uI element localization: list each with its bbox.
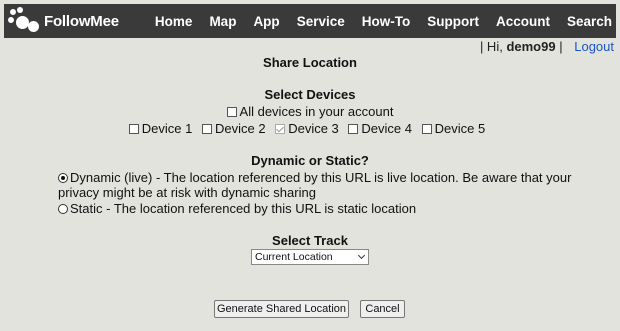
- static-label: Static - The location referenced by this…: [70, 201, 417, 216]
- track-select-value: Current Location: [255, 251, 333, 263]
- brand-logo[interactable]: FollowMee: [8, 7, 119, 35]
- device-3-checkbox[interactable]: [275, 124, 286, 134]
- dynamic-radio[interactable]: [58, 173, 68, 183]
- nav-account[interactable]: Account: [496, 14, 550, 29]
- nav-support[interactable]: Support: [427, 14, 479, 29]
- user-greeting: | Hi, demo99 | Logout: [480, 39, 614, 54]
- all-devices-label: All devices in your account: [239, 104, 394, 119]
- select-track-heading: Select Track: [272, 233, 348, 248]
- page-title: Share Location: [263, 55, 357, 70]
- track-select[interactable]: Current Location: [251, 249, 369, 265]
- device-2-label: Device 2: [215, 121, 266, 136]
- top-nav-bar: FollowMee Home Map App Service How-To Su…: [4, 4, 616, 38]
- dynamic-label: Dynamic (live) - The location referenced…: [58, 170, 572, 200]
- generate-button[interactable]: Generate Shared Location: [214, 300, 349, 318]
- device-list: Device 1 Device 2 Device 3 Device 4 Devi…: [0, 121, 620, 136]
- device-2-checkbox[interactable]: [202, 124, 212, 134]
- device-1-label: Device 1: [141, 121, 193, 136]
- select-devices-heading: Select Devices: [264, 87, 356, 102]
- all-devices-option[interactable]: All devices in your account: [0, 104, 620, 119]
- chevron-down-icon: [357, 251, 366, 260]
- nav-search[interactable]: Search: [567, 14, 612, 29]
- mode-heading: Dynamic or Static?: [251, 153, 369, 168]
- static-option[interactable]: Static - The location referenced by this…: [58, 201, 578, 216]
- static-radio[interactable]: [58, 204, 68, 214]
- main-nav: Home Map App Service How-To Support Acco…: [138, 4, 616, 38]
- device-5-label: Device 5: [434, 121, 486, 136]
- device-1-checkbox[interactable]: [128, 124, 139, 134]
- nav-map[interactable]: Map: [209, 14, 236, 29]
- device-4-checkbox[interactable]: [348, 124, 359, 134]
- paw-icon: [8, 7, 40, 35]
- nav-home[interactable]: Home: [155, 14, 193, 29]
- greeting-suffix: |: [559, 39, 563, 54]
- device-5-checkbox[interactable]: [421, 124, 432, 134]
- greeting-prefix: | Hi,: [479, 39, 503, 54]
- all-devices-checkbox[interactable]: [226, 107, 237, 117]
- cancel-button[interactable]: Cancel: [360, 300, 405, 318]
- brand-name: FollowMee: [44, 12, 119, 30]
- device-4-label: Device 4: [361, 121, 412, 136]
- nav-service[interactable]: Service: [297, 14, 345, 29]
- username: demo99: [506, 39, 556, 54]
- device-3-label: Device 3: [288, 121, 339, 136]
- nav-how-to[interactable]: How-To: [362, 14, 410, 29]
- logout-link[interactable]: Logout: [574, 39, 614, 54]
- dynamic-option[interactable]: Dynamic (live) - The location referenced…: [58, 170, 578, 200]
- nav-app[interactable]: App: [253, 14, 279, 29]
